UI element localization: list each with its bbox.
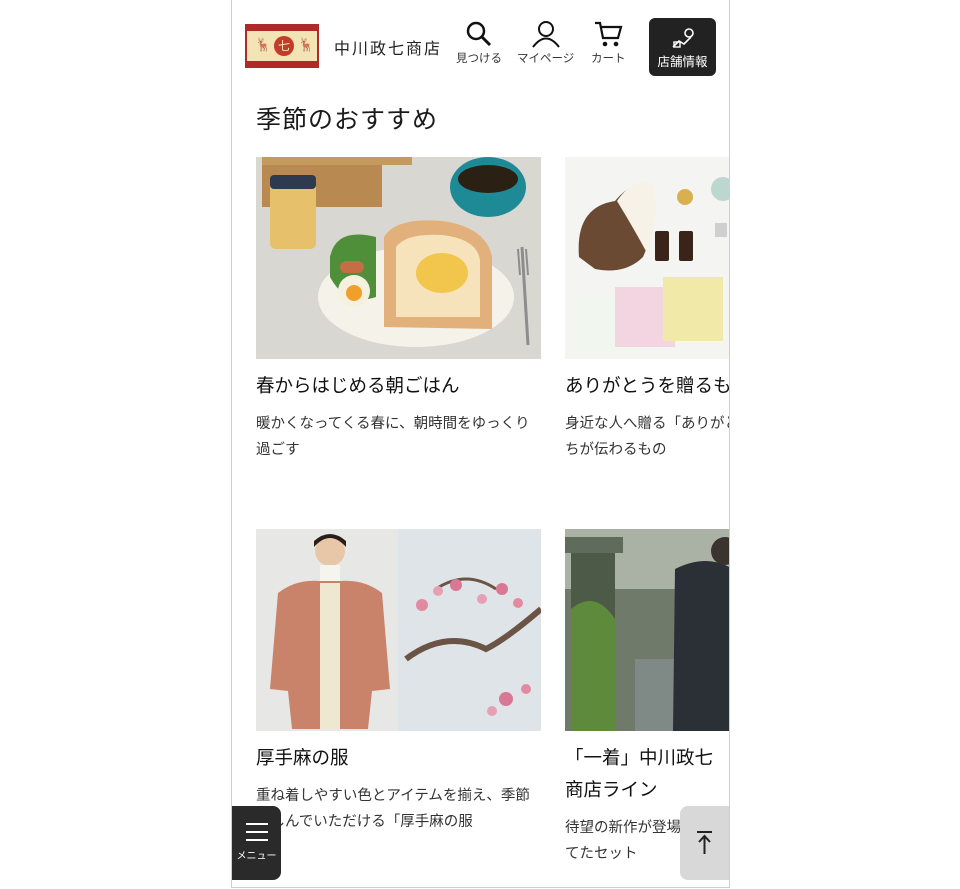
store-info-button[interactable]: 店舗情報 (649, 18, 716, 76)
card-title: ありがとうを贈るも (565, 376, 730, 397)
store-info-label: 店舗情報 (657, 54, 708, 69)
forest-man-image (565, 529, 729, 731)
mypage-nav-button[interactable]: マイページ (517, 20, 574, 66)
search-icon (466, 21, 492, 47)
arrow-up-icon (697, 831, 712, 854)
card-description: 身近な人へ贈る「ありがとうの気持ちが伝わるもの (565, 416, 729, 458)
search-nav-button[interactable]: 見つける (456, 20, 502, 66)
cart-icon (595, 21, 623, 47)
card-thick-linen-clothes[interactable]: 厚手麻の服 重ね着しやすい色とアイテムを揃え、季節楽しんでいただける「厚手麻の服 (256, 529, 541, 869)
shop-name[interactable]: 中川政七商店 (334, 35, 442, 59)
hamburger-icon (245, 823, 268, 841)
cart-nav-label: カート (591, 51, 626, 65)
cart-nav-button[interactable]: カート (591, 20, 626, 66)
linen-coat-image (256, 529, 541, 731)
menu-label: メニュー (236, 851, 277, 862)
card-description: 暖かくなってくる春に、朝時間をゆっくり過ごす (256, 416, 530, 458)
section-title: 季節のおすすめ (256, 105, 439, 134)
card-title: 厚手麻の服 (256, 748, 349, 769)
card-thank-you-gift[interactable]: ありがとうを贈るも 身近な人へ贈る「ありがとうの気持ちが伝わるもの (565, 157, 730, 477)
logo-emblem: 七 (274, 36, 294, 56)
card-title: 春からはじめる朝ごはん (256, 376, 460, 397)
card-description: 重ね着しやすい色とアイテムを揃え、季節楽しんでいただける「厚手麻の服 (256, 788, 530, 830)
card-spring-breakfast[interactable]: 春からはじめる朝ごはん 暖かくなってくる春に、朝時間をゆっくり過ごす (256, 157, 541, 477)
search-nav-label: 見つける (456, 51, 502, 65)
gift-items-image (565, 157, 729, 359)
card-title: 「一着」中川政七商店ライン (565, 748, 714, 801)
breakfast-image (256, 157, 541, 359)
menu-button[interactable]: メニュー (232, 806, 281, 880)
phone-frame: 🦌 七 🦌 中川政七商店 見つける マイページ カート 店舗情報 季節のおすすめ… (231, 0, 730, 888)
back-to-top-button[interactable] (680, 806, 729, 880)
site-header: 🦌 七 🦌 中川政七商店 見つける マイページ カート 店舗情報 (232, 0, 729, 92)
user-icon (531, 21, 560, 48)
mypage-nav-label: マイページ (517, 51, 575, 65)
shop-logo[interactable]: 🦌 七 🦌 (245, 24, 319, 68)
map-pin-icon (671, 28, 694, 48)
